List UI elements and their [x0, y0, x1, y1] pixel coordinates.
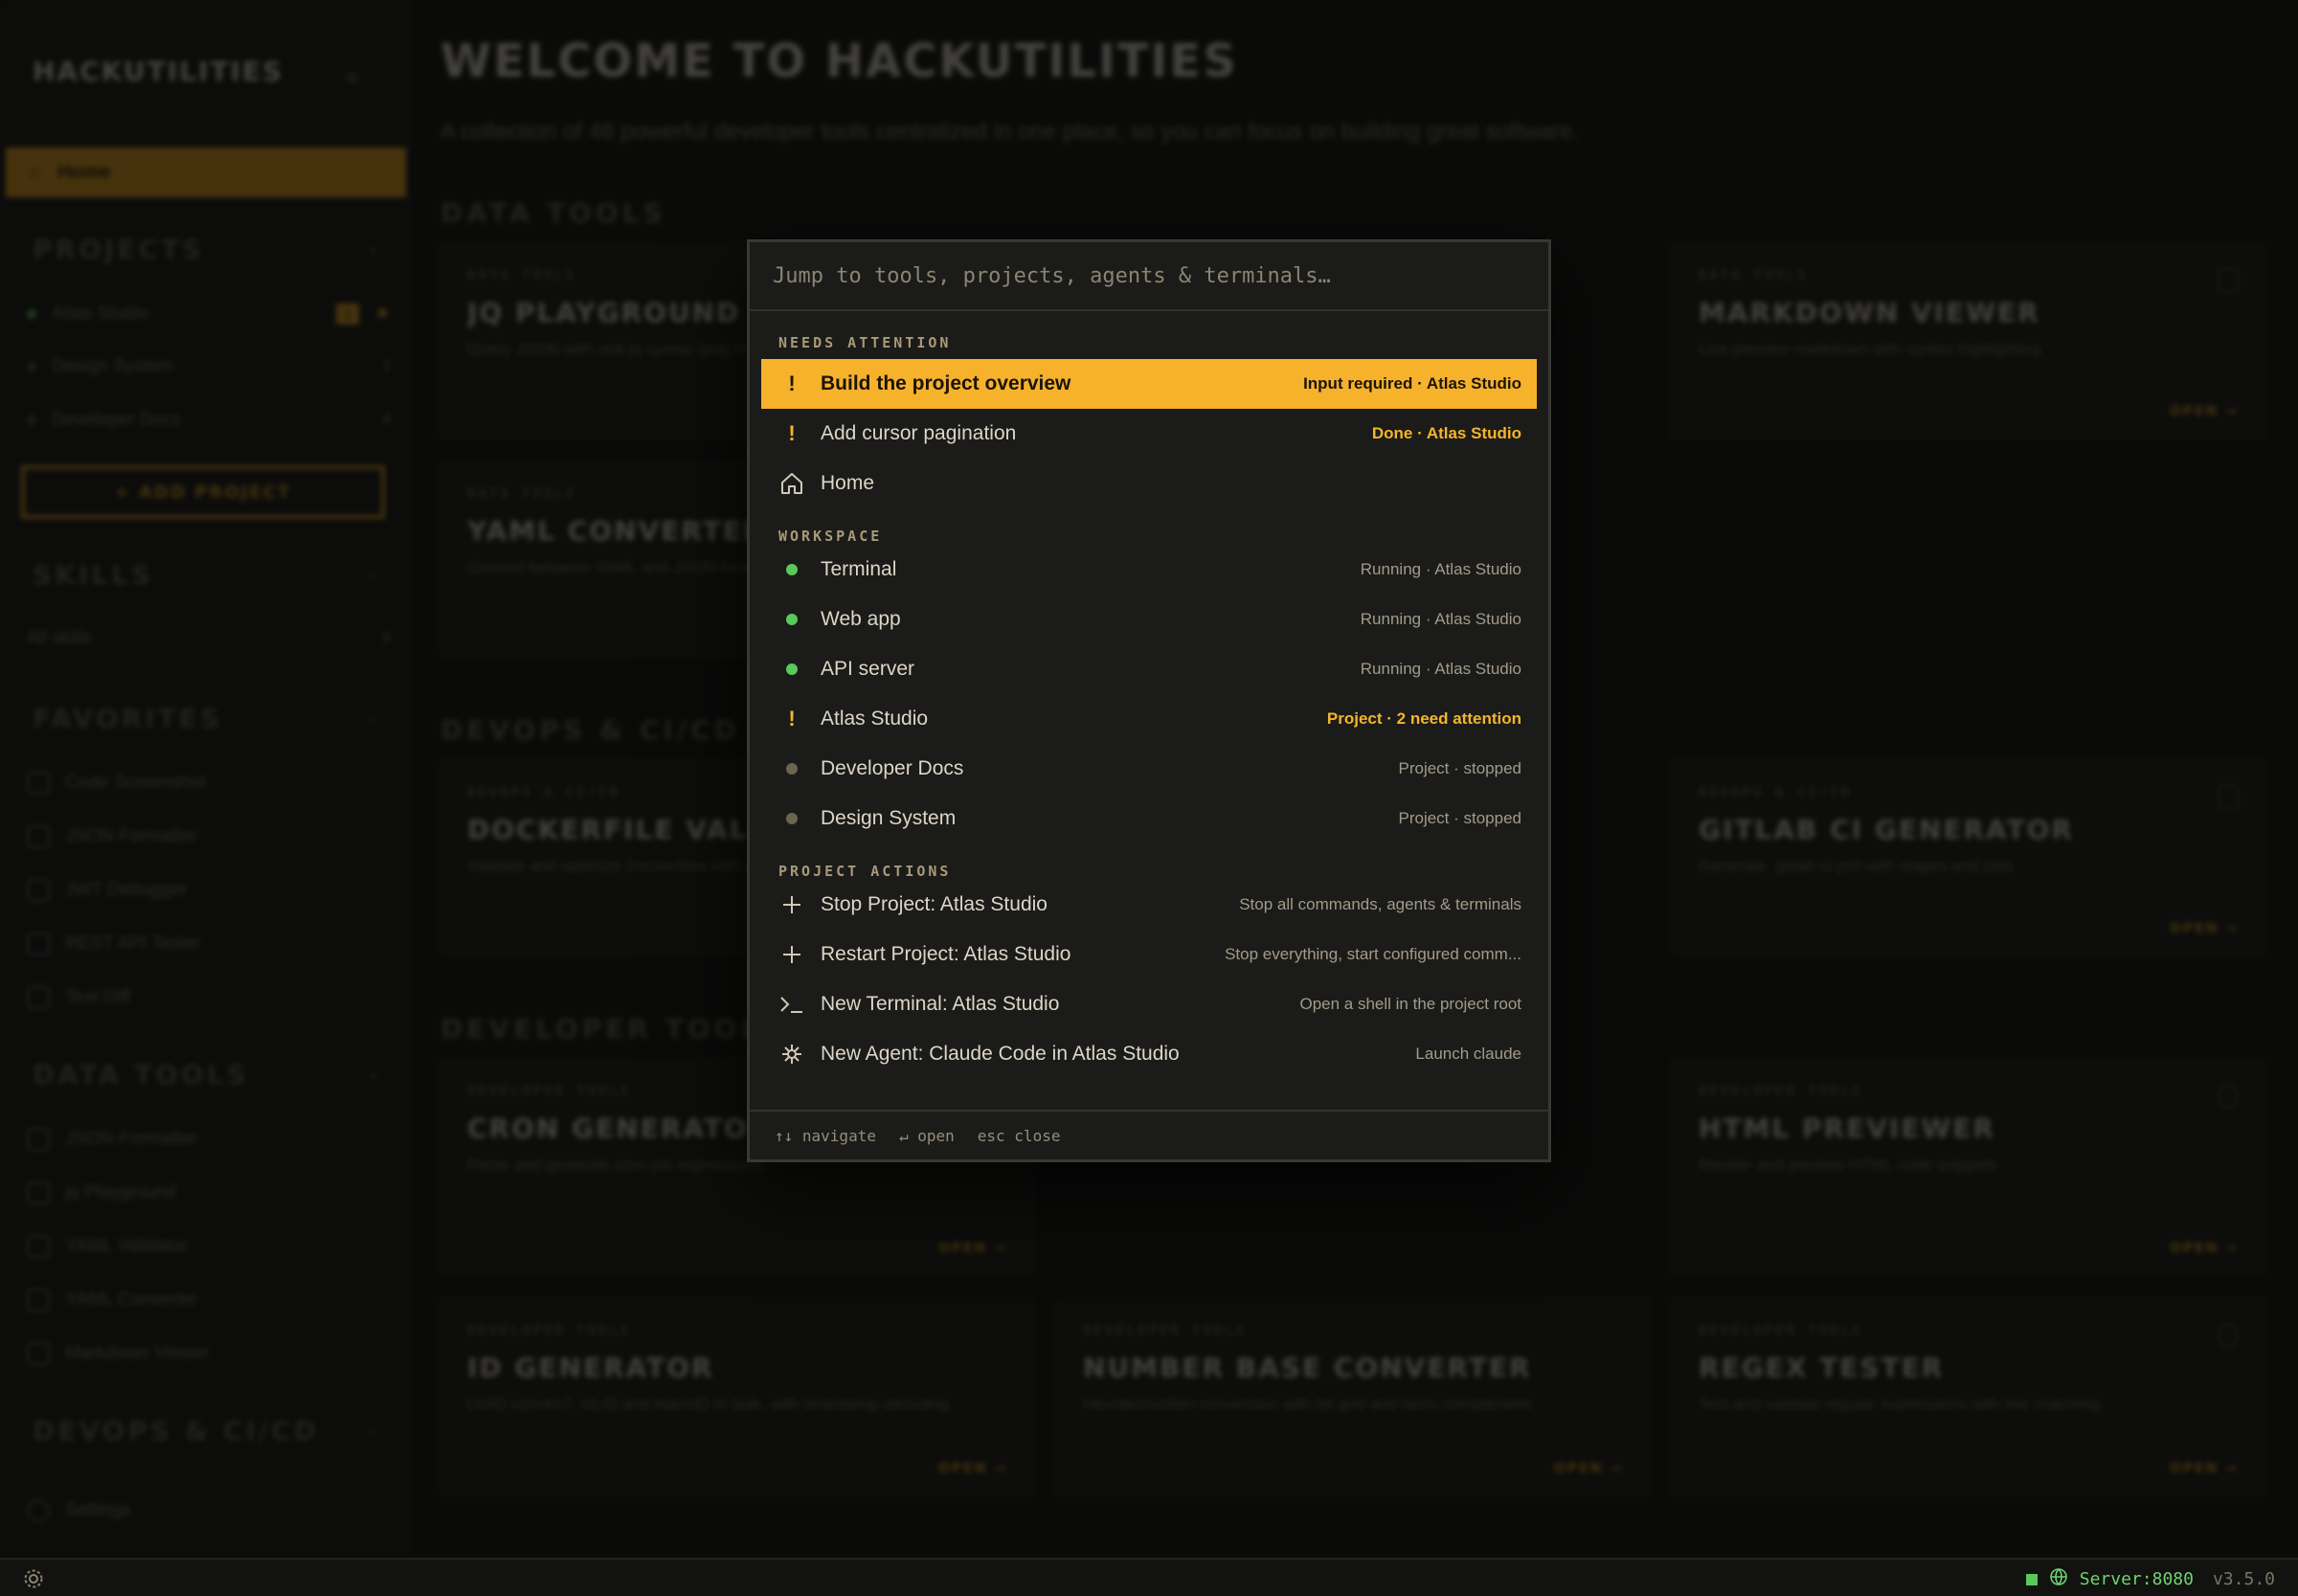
palette-search-bar [750, 242, 1548, 311]
palette-item-cursor-pagination[interactable]: ! Add cursor pagination Done · Atlas Stu… [761, 409, 1537, 459]
running-dot [786, 614, 798, 625]
palette-item-terminal[interactable]: Terminal Running · Atlas Studio [761, 545, 1537, 595]
palette-item-web-app[interactable]: Web app Running · Atlas Studio [761, 595, 1537, 644]
hint-close: esc close [977, 1126, 1061, 1145]
palette-item-project-docs[interactable]: Developer Docs Project · stopped [761, 744, 1537, 794]
palette-action-new-terminal[interactable]: New Terminal: Atlas Studio Open a shell … [761, 979, 1537, 1029]
gear-icon[interactable] [23, 1568, 44, 1589]
attention-icon: ! [788, 371, 796, 395]
agent-sparkle-icon [778, 1041, 805, 1068]
globe-icon [2049, 1567, 2068, 1591]
stopped-dot [786, 813, 798, 824]
palette-item-home[interactable]: Home [761, 459, 1537, 508]
palette-action-restart-project[interactable]: Restart Project: Atlas Studio Stop every… [761, 930, 1537, 979]
command-palette: NEEDS ATTENTION ! Build the project over… [747, 239, 1551, 1162]
status-bar: Server:8080 v3.5.0 [0, 1558, 2298, 1596]
palette-action-stop-project[interactable]: Stop Project: Atlas Studio Stop all comm… [761, 880, 1537, 930]
server-status-indicator [2025, 1573, 2038, 1585]
app-version: v3.5.0 [2212, 1569, 2275, 1589]
server-address[interactable]: Server:8080 [2080, 1569, 2194, 1589]
hint-open: ↵ open [898, 1126, 955, 1145]
palette-footer: ↑↓ navigate ↵ open esc close [750, 1110, 1548, 1159]
terminal-prompt-icon [778, 991, 805, 1018]
palette-item-build-overview[interactable]: ! Build the project overview Input requi… [761, 359, 1537, 409]
palette-action-new-agent[interactable]: New Agent: Claude Code in Atlas Studio L… [761, 1029, 1537, 1079]
plus-icon [778, 891, 805, 918]
group-needs-attention: NEEDS ATTENTION [778, 334, 952, 351]
group-workspace: WORKSPACE [778, 528, 883, 545]
palette-item-project-design[interactable]: Design System Project · stopped [761, 794, 1537, 843]
attention-icon: ! [788, 707, 796, 731]
home-icon [778, 470, 805, 497]
hint-navigate: ↑↓ navigate [775, 1126, 876, 1145]
running-dot [786, 564, 798, 575]
attention-icon: ! [788, 421, 796, 445]
palette-search-input[interactable] [773, 263, 1520, 288]
stopped-dot [786, 763, 798, 775]
group-project-actions: PROJECT ACTIONS [778, 863, 952, 880]
palette-item-project-atlas[interactable]: ! Atlas Studio Project · 2 need attentio… [761, 694, 1537, 744]
running-dot [786, 663, 798, 675]
plus-icon [778, 941, 805, 968]
palette-item-api-server[interactable]: API server Running · Atlas Studio [761, 644, 1537, 694]
